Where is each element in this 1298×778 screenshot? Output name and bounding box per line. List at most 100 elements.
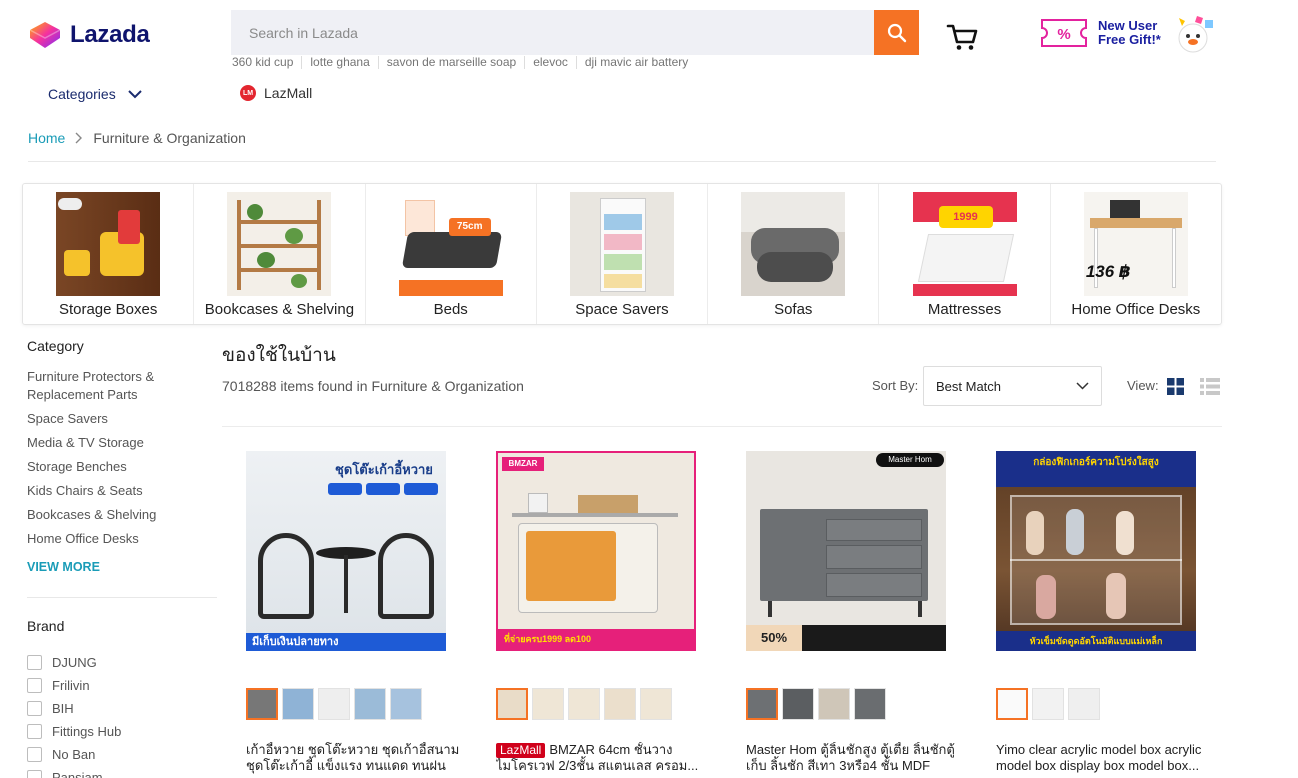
category-filter-item[interactable]: Space Savers xyxy=(27,410,207,428)
product-thumbnail[interactable] xyxy=(568,688,600,720)
category-image: 1999 xyxy=(912,192,1017,296)
product-thumbnail[interactable] xyxy=(532,688,564,720)
product-thumbnail[interactable] xyxy=(496,688,528,720)
product-thumbnail[interactable] xyxy=(604,688,636,720)
divider xyxy=(28,161,1216,162)
breadcrumb-home[interactable]: Home xyxy=(28,130,65,146)
product-thumbnail[interactable] xyxy=(640,688,672,720)
category-card-storage-boxes[interactable]: Storage Boxes xyxy=(23,184,195,324)
category-card-beds[interactable]: 75cm Beds xyxy=(366,184,537,324)
product-thumbnail[interactable] xyxy=(318,688,350,720)
category-filter-item[interactable]: Kids Chairs & Seats xyxy=(27,482,207,500)
category-card-home-office-desks[interactable]: 136 ฿ Home Office Desks xyxy=(1051,184,1221,324)
grid-view-icon[interactable] xyxy=(1167,378,1184,400)
product-card[interactable]: ชุดโต๊ะเก้าอี้หวาย มีเก็บเงินปลายทาง เก้… xyxy=(246,451,476,774)
lazmall-link[interactable]: LM LazMall xyxy=(240,85,312,101)
product-title-block[interactable]: LazMall BMZAR 64cm ชั้นวางไมโครเวฟ 2/3ชั้… xyxy=(496,742,724,774)
category-filter-item[interactable]: Home Office Desks xyxy=(27,530,207,548)
checkbox[interactable] xyxy=(27,724,42,739)
brand-filter-item[interactable]: DJUNG xyxy=(27,651,121,674)
brand-filter-item[interactable]: BIH xyxy=(27,697,121,720)
product-name[interactable]: Master Hom ตู้ลิ้นชักสูง ตู้เตี้ย ลิ้นชั… xyxy=(746,742,974,774)
cart-icon xyxy=(946,24,978,50)
search-input[interactable] xyxy=(231,10,874,55)
categories-dropdown[interactable]: Categories xyxy=(48,86,142,102)
product-thumbnail[interactable] xyxy=(282,688,314,720)
product-image-caption: กล่องฟิกเกอร์ความโปร่งใสสูง xyxy=(1033,457,1159,468)
divider xyxy=(222,426,1222,427)
product-thumbnail[interactable] xyxy=(746,688,778,720)
category-image xyxy=(227,192,332,296)
category-filter-item[interactable]: Furniture Protectors & Replacement Parts xyxy=(27,368,167,404)
sort-select[interactable]: Best Match xyxy=(923,366,1102,406)
suggestion-link[interactable]: dji mavic air battery xyxy=(575,56,696,69)
new-user-promo[interactable]: % New User Free Gift!* xyxy=(1040,12,1217,54)
product-image-footer: หัวเข็มขัดดูดอัตโนมัติแบบแม่เหล็ก xyxy=(996,631,1196,651)
category-filter-item[interactable]: Media & TV Storage xyxy=(27,434,207,452)
category-card-bookcases[interactable]: Bookcases & Shelving xyxy=(194,184,366,324)
category-image xyxy=(56,192,161,296)
product-thumbnail[interactable] xyxy=(782,688,814,720)
suggestion-link[interactable]: savon de marseille soap xyxy=(377,56,524,69)
product-card[interactable]: Master Hom 50% Master Hom ตู้ลิ้นชักสูง … xyxy=(746,451,976,774)
product-thumbnail[interactable] xyxy=(1032,688,1064,720)
product-name[interactable]: เก้าอี้หวาย ชุดโต๊ะหวาย ชุดเก้าอี้สนาม ช… xyxy=(246,742,474,774)
sort-value: Best Match xyxy=(936,378,1002,394)
suggestion-link[interactable]: 360 kid cup xyxy=(232,56,301,69)
suggestion-link[interactable]: elevoc xyxy=(524,56,576,69)
product-thumbnail[interactable] xyxy=(1068,688,1100,720)
category-label: Sofas xyxy=(774,301,813,318)
brand-filter-item[interactable]: Frilivin xyxy=(27,674,121,697)
product-image[interactable]: Master Hom 50% xyxy=(746,451,946,651)
category-filter-item[interactable]: Bookcases & Shelving xyxy=(27,506,207,524)
product-thumbnail[interactable] xyxy=(246,688,278,720)
mattress-price-tag: 1999 xyxy=(938,206,993,228)
product-card[interactable]: BMZAR ที่จ่ายครบ1999 ลด100 LazMall BMZAR … xyxy=(496,451,726,774)
checkbox[interactable] xyxy=(27,655,42,670)
product-image[interactable]: BMZAR ที่จ่ายครบ1999 ลด100 xyxy=(496,451,696,651)
product-name[interactable]: Yimo clear acrylic model box acrylic mod… xyxy=(996,742,1224,774)
product-thumbnail[interactable] xyxy=(818,688,850,720)
category-filter-item[interactable]: Storage Benches xyxy=(27,458,207,476)
product-image-caption: ชุดโต๊ะเก้าอี้หวาย xyxy=(335,462,433,477)
category-card-mattresses[interactable]: 1999 Mattresses xyxy=(879,184,1051,324)
category-card-sofas[interactable]: Sofas xyxy=(708,184,880,324)
logo-text: Lazada xyxy=(70,21,150,48)
lazada-logo[interactable]: Lazada xyxy=(28,20,150,50)
lazmall-label: LazMall xyxy=(264,85,313,101)
page-title: ของใช้ในบ้าน xyxy=(222,345,336,366)
brand-filter-item[interactable]: No Ban xyxy=(27,743,121,766)
product-thumbnail[interactable] xyxy=(854,688,886,720)
view-more-link[interactable]: VIEW MORE xyxy=(27,560,100,574)
gift-mascot-icon xyxy=(1178,16,1213,53)
lazmall-icon: LM xyxy=(240,85,256,101)
category-strip: Storage Boxes Bookcases & Shelving 75cm … xyxy=(22,183,1222,325)
category-label: Storage Boxes xyxy=(58,301,158,318)
product-image[interactable]: กล่องฟิกเกอร์ความโปร่งใสสูง หัวเข็มขัดดู… xyxy=(996,451,1196,651)
brand-filter-item[interactable]: Pansiam xyxy=(27,766,121,778)
chevron-right-icon xyxy=(75,132,83,144)
product-thumbnail[interactable] xyxy=(390,688,422,720)
category-label: Beds xyxy=(433,301,468,318)
category-card-space-savers[interactable]: Space Savers xyxy=(537,184,709,324)
checkbox[interactable] xyxy=(27,701,42,716)
product-card[interactable]: กล่องฟิกเกอร์ความโปร่งใสสูง หัวเข็มขัดดู… xyxy=(996,451,1226,774)
product-thumbnail[interactable] xyxy=(354,688,386,720)
brand-filter-list: DJUNG Frilivin BIH Fittings Hub No Ban P… xyxy=(27,651,121,778)
lazada-heart-icon xyxy=(28,20,62,50)
brand-filter-title: Brand xyxy=(27,618,65,634)
cart-button[interactable] xyxy=(946,22,980,57)
desk-price-tag: 136 ฿ xyxy=(1085,262,1131,281)
suggestion-link[interactable]: lotte ghana xyxy=(301,56,377,69)
checkbox[interactable] xyxy=(27,747,42,762)
checkbox[interactable] xyxy=(27,678,42,693)
brand-filter-item[interactable]: Fittings Hub xyxy=(27,720,121,743)
chevron-down-icon xyxy=(127,89,142,98)
sort-label: Sort By: xyxy=(872,378,919,393)
checkbox[interactable] xyxy=(27,770,42,778)
lazmall-badge: LazMall xyxy=(496,743,546,758)
list-view-icon[interactable] xyxy=(1200,378,1220,400)
search-button[interactable] xyxy=(874,10,919,55)
product-thumbnail[interactable] xyxy=(996,688,1028,720)
product-image[interactable]: ชุดโต๊ะเก้าอี้หวาย มีเก็บเงินปลายทาง xyxy=(246,451,446,651)
